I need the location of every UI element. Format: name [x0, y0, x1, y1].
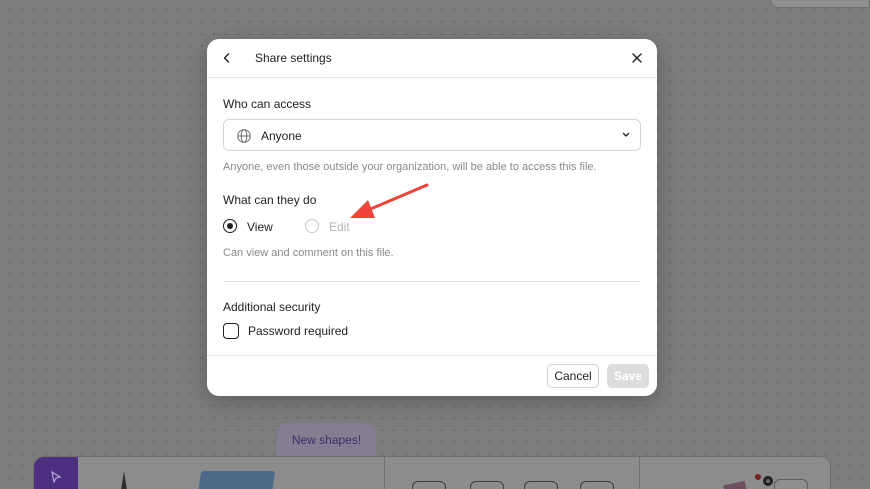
stickers-tool[interactable] — [718, 471, 778, 489]
stamp-tool[interactable] — [580, 481, 614, 489]
stickers-icon — [723, 474, 773, 489]
dialog-title: Share settings — [255, 51, 332, 65]
close-icon — [632, 53, 642, 63]
frame-tool[interactable] — [470, 481, 504, 489]
save-button[interactable]: Save — [607, 364, 649, 388]
toolbar-divider — [639, 457, 640, 489]
bottom-toolbar — [33, 456, 831, 489]
select-tool-button[interactable] — [34, 457, 78, 489]
access-help-text: Anyone, even those outside your organiza… — [223, 161, 597, 173]
text-tool[interactable] — [412, 481, 446, 489]
dialog-footer: Cancel Save — [207, 355, 657, 396]
access-select-value: Anyone — [261, 129, 302, 143]
additional-security-label: Additional security — [223, 300, 321, 314]
access-select[interactable]: Anyone — [223, 119, 641, 151]
password-required-checkbox[interactable] — [223, 323, 239, 339]
password-required-label[interactable]: Password required — [248, 324, 348, 338]
pen-tool[interactable] — [120, 471, 128, 489]
chevron-down-icon — [622, 132, 630, 137]
back-button[interactable] — [217, 48, 237, 68]
close-button[interactable] — [627, 48, 647, 68]
view-radio[interactable] — [223, 219, 237, 233]
dialog-header: Share settings — [207, 39, 657, 78]
cursor-icon — [51, 471, 62, 483]
globe-icon — [237, 129, 251, 143]
permissions-help-text: Can view and comment on this file. — [223, 247, 394, 259]
back-arrow-icon — [223, 53, 230, 63]
edit-radio-label[interactable]: Edit — [329, 220, 350, 234]
new-shapes-label: New shapes! — [291, 433, 362, 447]
who-can-access-label: Who can access — [223, 97, 312, 111]
section-divider — [223, 281, 641, 282]
share-settings-dialog: Share settings Who can access Anyone Any… — [207, 39, 657, 396]
view-radio-label[interactable]: View — [247, 220, 273, 234]
edit-radio[interactable] — [305, 219, 319, 233]
top-right-panel — [770, 0, 870, 8]
toolbar-divider — [384, 457, 385, 489]
cancel-button[interactable]: Cancel — [547, 364, 599, 388]
sticky-note-tool[interactable] — [196, 471, 276, 489]
more-tools-button[interactable] — [774, 479, 808, 489]
table-tool[interactable] — [524, 481, 558, 489]
what-can-they-do-label: What can they do — [223, 193, 317, 207]
